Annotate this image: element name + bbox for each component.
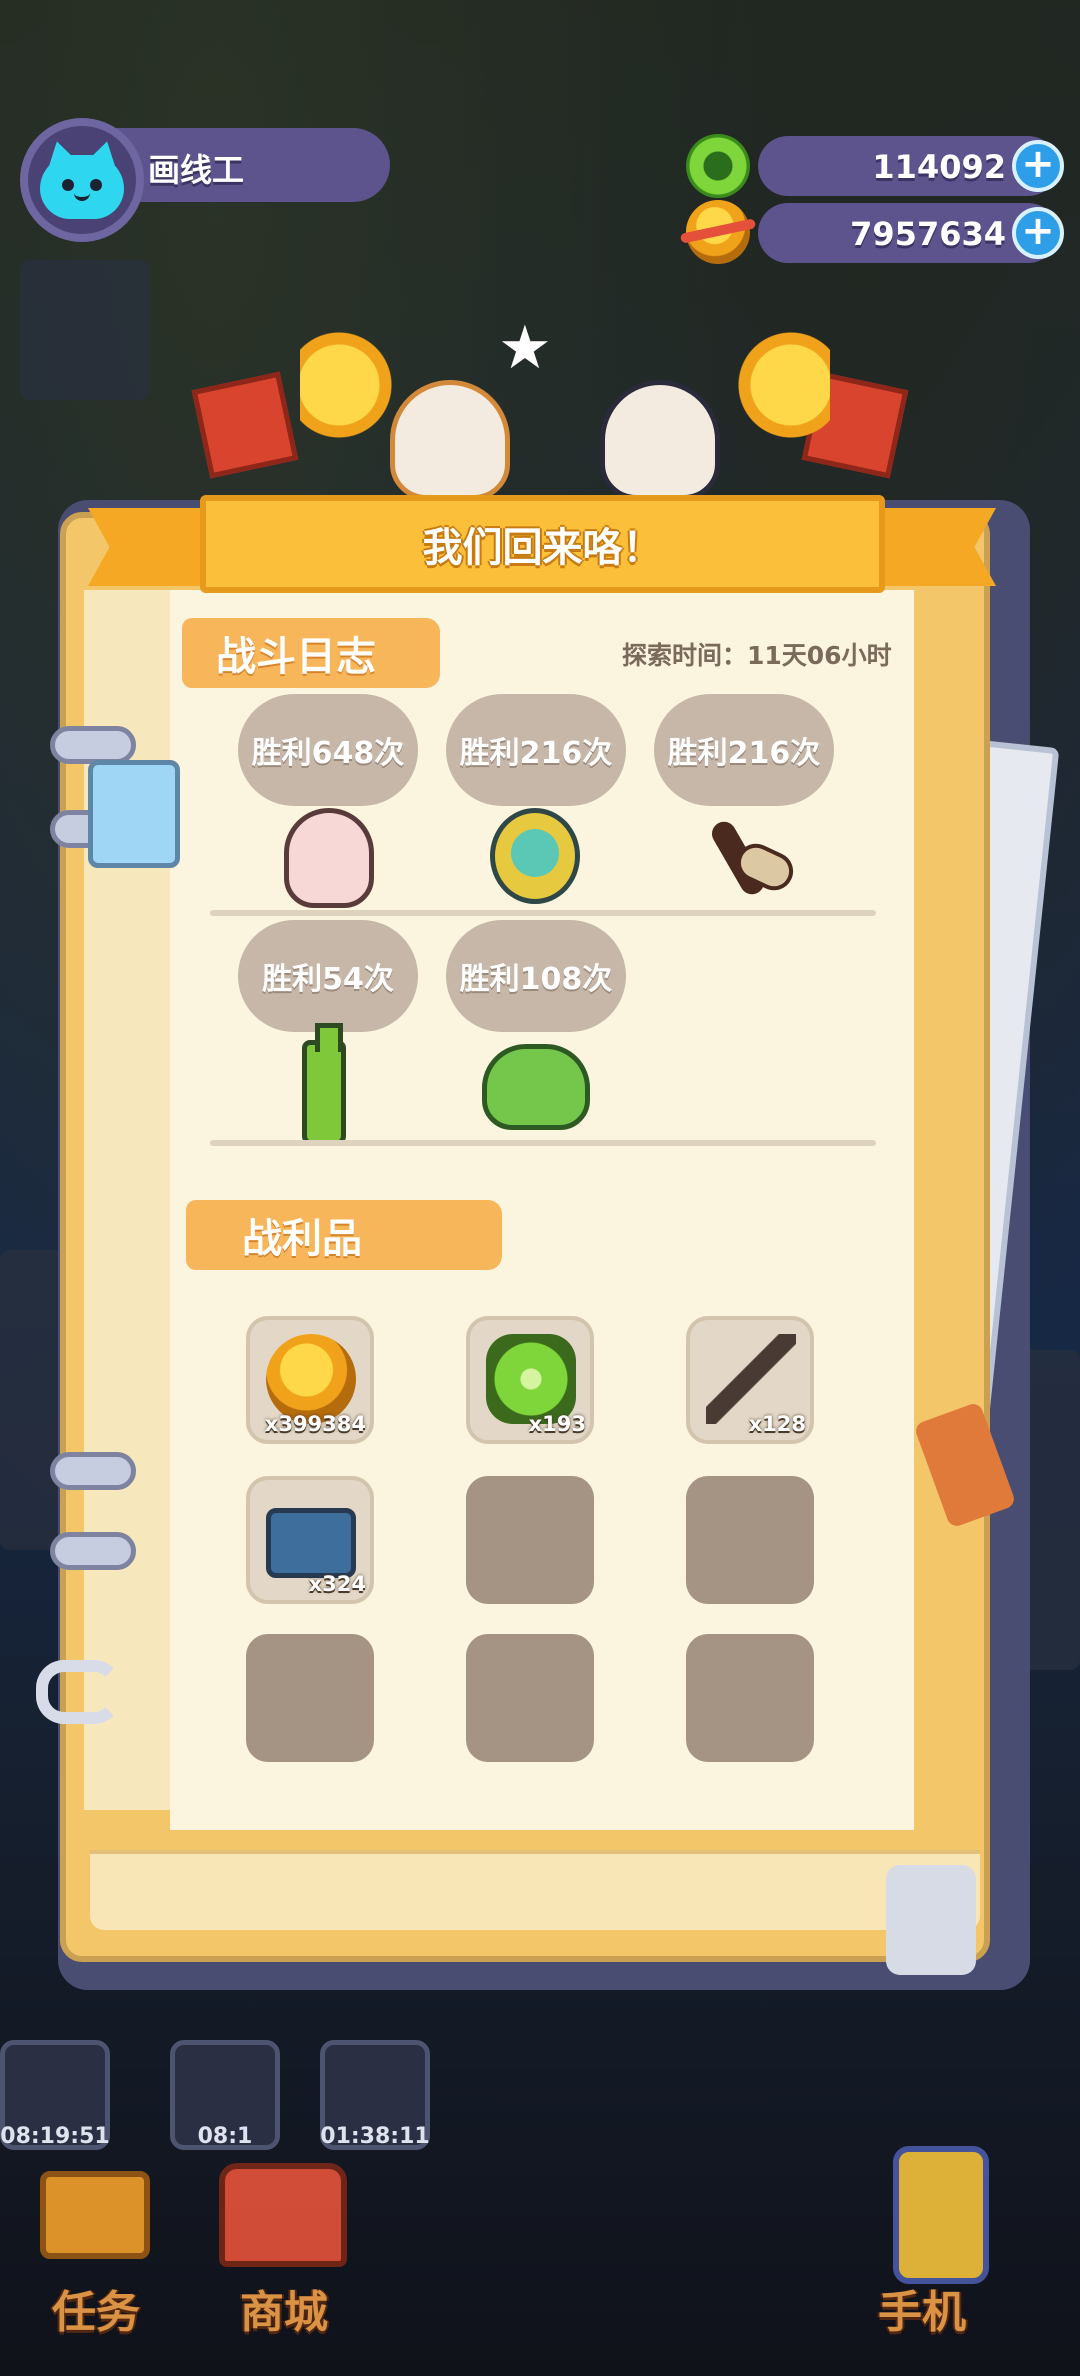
loot-count: x324 — [308, 1572, 366, 1596]
loot-slot[interactable]: x399384 — [246, 1316, 374, 1444]
cat-avatar-icon — [40, 137, 124, 219]
paper-clip-icon — [36, 1660, 122, 1724]
black-cat-character — [600, 380, 720, 500]
nav-shop-label: 商城 — [240, 2287, 328, 2338]
loot-slot[interactable]: x324 — [246, 1476, 374, 1604]
gem-count: 114092 — [872, 148, 1006, 186]
empty-loot-slot — [686, 1634, 814, 1762]
loot-slot[interactable]: x193 — [466, 1316, 594, 1444]
moth-enemy-icon — [696, 808, 786, 904]
gold-coin-icon — [266, 1334, 356, 1424]
fan-enemy-icon — [490, 808, 580, 904]
book-icon — [40, 2171, 150, 2259]
dialog-title: 我们回来咯！ — [422, 525, 663, 571]
loot-count: x399384 — [264, 1412, 366, 1436]
frog-enemy-icon — [482, 1044, 590, 1130]
nav-tasks-label: 任务 — [52, 2287, 140, 2338]
empty-loot-slot — [466, 1476, 594, 1604]
paper-bottom-strip — [90, 1850, 980, 1930]
bone-icon — [706, 1334, 796, 1424]
orange-cat-character — [390, 380, 510, 500]
binder-ring-icon — [50, 1452, 136, 1490]
green-gem-icon — [686, 134, 750, 198]
nav-shop[interactable] — [208, 2140, 358, 2290]
binder-ring-icon — [50, 1532, 136, 1570]
star-icon: ★ — [498, 313, 552, 383]
victory-count-bubble: 胜利648次 — [238, 694, 418, 806]
player-name-bar[interactable] — [100, 128, 390, 202]
empty-loot-slot — [246, 1634, 374, 1762]
machine-box-icon — [266, 1508, 356, 1578]
empty-loot-slot — [466, 1634, 594, 1762]
binder-clip-icon — [88, 760, 180, 868]
player-name: 画线工 — [148, 151, 245, 189]
explore-time: 探索时间：11天06小时 — [622, 641, 892, 670]
add-coin-button[interactable]: + — [1012, 207, 1064, 259]
nav-tasks[interactable] — [20, 2140, 170, 2290]
loot-count: x128 — [748, 1412, 806, 1436]
shop-icon — [219, 2163, 347, 2267]
victory-count-bubble: 胜利216次 — [446, 694, 626, 806]
shelf-line — [210, 910, 876, 916]
add-gem-button[interactable]: + — [1012, 140, 1064, 192]
nav-phone-label: 手机 — [878, 2287, 966, 2338]
nav-phone[interactable] — [866, 2140, 1016, 2290]
corner-tab-decoration — [886, 1865, 976, 1975]
shelf-line — [210, 1140, 876, 1146]
bottle-enemy-icon — [302, 1023, 346, 1146]
loot-slot[interactable]: x128 — [686, 1316, 814, 1444]
coin-count: 7957634 — [850, 215, 1006, 253]
red-flag-icon — [191, 371, 299, 479]
victory-count-bubble: 胜利108次 — [446, 920, 626, 1032]
empty-loot-slot — [686, 1476, 814, 1604]
player-avatar[interactable] — [20, 118, 144, 242]
clover-icon — [486, 1334, 576, 1424]
gold-coin-icon — [686, 200, 750, 264]
victory-count-bubble: 胜利54次 — [238, 920, 418, 1032]
battle-log-label: 战斗日志 — [182, 618, 440, 688]
victory-count-bubble: 胜利216次 — [654, 694, 834, 806]
loot-label: 战利品 — [186, 1200, 502, 1270]
binder-ring-icon — [50, 726, 136, 764]
phone-icon — [893, 2146, 989, 2284]
ghost-enemy-icon — [284, 808, 374, 908]
trumpet-icon — [700, 330, 830, 440]
loot-count: x193 — [528, 1412, 586, 1436]
